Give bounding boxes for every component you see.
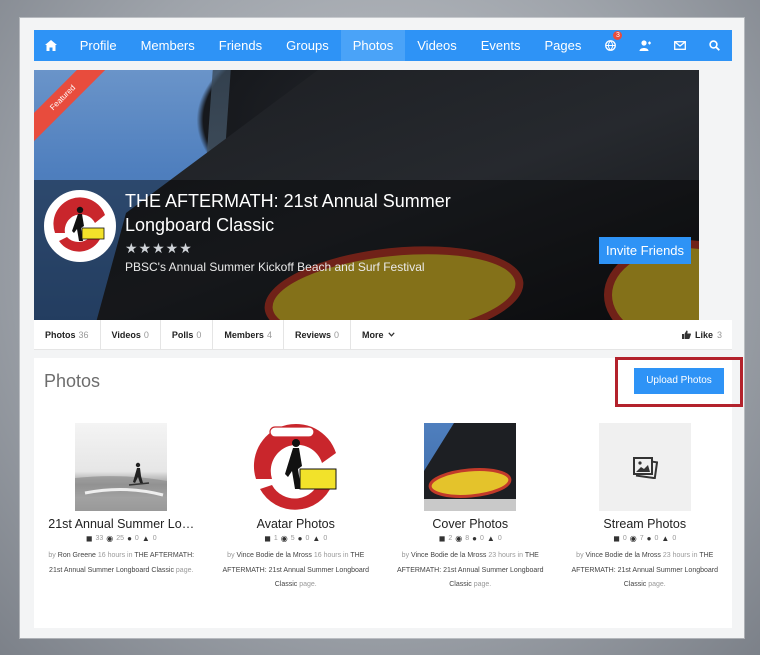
user-add-icon — [639, 40, 652, 51]
nav-groups[interactable]: Groups — [274, 30, 341, 61]
thumbs-up-icon — [681, 330, 691, 339]
author-link[interactable]: Vince Bodie de la Mross — [411, 552, 486, 559]
home-icon — [44, 40, 57, 51]
page-avatar[interactable] — [44, 190, 116, 262]
page-tabs: Photos 36 Videos 0 Polls 0 Members 4 Reviews… — [34, 319, 732, 350]
camera-icon: ◼ — [264, 534, 271, 543]
eye-icon: ◉ — [455, 534, 463, 543]
album-item: Stream Photos ◼ 0 ◉ 7 ● 0 ▲ 0 by Vince Bodie… — [558, 423, 733, 593]
envelope-icon — [674, 41, 686, 50]
cover-photo: Featured THE AFTERMATH: 21st Annual Summ… — [34, 70, 699, 320]
tab-photos[interactable]: Photos 36 — [34, 319, 101, 350]
home-button[interactable] — [34, 30, 68, 61]
album-thumbnail[interactable] — [598, 423, 691, 511]
album-meta: by Ron Greene 16 hours in THE AFTERMATH:… — [48, 552, 195, 574]
album-meta: by Vince Bodie de la Mross 23 hours in T… — [396, 552, 544, 588]
author-link[interactable]: Ron Greene — [58, 552, 96, 559]
nav-friends[interactable]: Friends — [207, 30, 274, 61]
nav-photos[interactable]: Photos — [340, 30, 406, 61]
album-meta: by Vince Bodie de la Mross 16 hours in T… — [222, 552, 370, 588]
eye-icon: ◉ — [629, 534, 637, 543]
notifications-button[interactable]: 3 — [593, 30, 628, 61]
album-stats: ◼ 2 ◉ 8 ● 0 ▲ 0 — [438, 534, 502, 543]
album-thumbnail[interactable] — [424, 423, 517, 511]
friend-requests-button[interactable] — [628, 30, 663, 61]
tab-reviews[interactable]: Reviews 0 — [284, 319, 351, 350]
rating-stars[interactable]: ★★★★★ — [125, 240, 193, 257]
thumbs-up-icon: ▲ — [661, 534, 670, 543]
album-title[interactable]: Cover Photos — [383, 517, 558, 531]
author-link[interactable]: Vince Bodie de la Mross — [586, 552, 661, 559]
top-navbar: Profile Members Friends Groups Photos Vi… — [34, 30, 732, 61]
nav-videos[interactable]: Videos — [405, 30, 469, 61]
album-item: Cover Photos ◼ 2 ◉ 8 ● 0 ▲ 0 by Vince Bodie … — [383, 423, 558, 593]
invite-friends-button[interactable]: Invite Friends — [599, 237, 692, 264]
page-subtitle: PBSC's Annual Summer Kickoff Beach and S… — [125, 260, 425, 274]
album-thumbnail[interactable] — [75, 423, 168, 511]
comment-icon: ● — [297, 534, 303, 543]
camera-icon: ◼ — [438, 534, 446, 543]
thumbs-up-icon: ▲ — [312, 534, 321, 543]
eye-icon: ◉ — [280, 534, 288, 543]
tab-videos[interactable]: Videos 0 — [101, 319, 161, 350]
nav-events[interactable]: Events — [469, 30, 533, 61]
surfer-photo — [75, 462, 168, 511]
globe-icon — [605, 40, 617, 51]
comment-icon: ● — [127, 534, 132, 543]
nav-members[interactable]: Members — [129, 30, 207, 61]
album-title[interactable]: Stream Photos — [558, 517, 733, 531]
thumbs-up-icon: ▲ — [486, 534, 495, 543]
album-item: 21st Annual Summer Lo… ◼ 33 ◉ 25 ● 0 ▲ 0 by … — [34, 423, 209, 593]
thumbs-up-icon: ▲ — [141, 534, 150, 543]
section-title: Photos — [44, 371, 101, 391]
upload-photos-button[interactable]: Upload Photos — [634, 368, 724, 394]
tent-photo — [424, 423, 517, 511]
featured-ribbon: Featured — [34, 70, 109, 144]
search-icon — [709, 40, 721, 51]
nav-profile[interactable]: Profile — [68, 30, 129, 61]
comment-icon: ● — [472, 534, 478, 543]
search-button[interactable] — [697, 30, 732, 61]
camera-icon: ◼ — [85, 534, 93, 543]
album-thumbnail[interactable] — [249, 423, 342, 511]
photos-stack-icon — [632, 457, 658, 479]
album-item: Avatar Photos ◼ 1 ◉ 5 ● 0 ▲ 0 by Vince Bodie… — [209, 423, 384, 593]
album-title[interactable]: Avatar Photos — [209, 517, 384, 531]
notification-badge: 3 — [613, 31, 623, 40]
nav-pages[interactable]: Pages — [533, 30, 594, 61]
page-title: THE AFTERMATH: 21st Annual Summer Longbo… — [125, 191, 451, 235]
album-stats: ◼ 0 ◉ 7 ● 0 ▲ 0 — [613, 534, 677, 543]
tab-polls[interactable]: Polls 0 — [161, 319, 214, 350]
album-meta: by Vince Bodie de la Mross 23 hours in T… — [571, 552, 719, 588]
album-list: 21st Annual Summer Lo… ◼ 33 ◉ 25 ● 0 ▲ 0 by … — [34, 423, 732, 593]
tab-more[interactable]: More — [351, 320, 406, 350]
camera-icon: ◼ — [613, 534, 620, 543]
messages-button[interactable] — [663, 30, 698, 61]
album-stats: ◼ 33 ◉ 25 ● 0 ▲ 0 — [85, 534, 157, 543]
author-link[interactable]: Vince Bodie de la Mross — [237, 552, 312, 559]
eye-icon: ◉ — [106, 534, 114, 543]
logo-icon — [49, 195, 111, 257]
logo-thumbnail — [253, 423, 337, 510]
chevron-down-icon — [387, 332, 395, 337]
comment-icon: ● — [646, 534, 652, 543]
photos-panel: Photos Upload Photos 21st Annual Summer … — [34, 357, 743, 628]
album-title[interactable]: 21st Annual Summer Lo… — [34, 517, 209, 531]
album-stats: ◼ 1 ◉ 5 ● 0 ▲ 0 — [264, 534, 328, 543]
tab-members[interactable]: Members 4 — [213, 319, 284, 350]
like-button[interactable]: Like 3 — [672, 330, 732, 340]
